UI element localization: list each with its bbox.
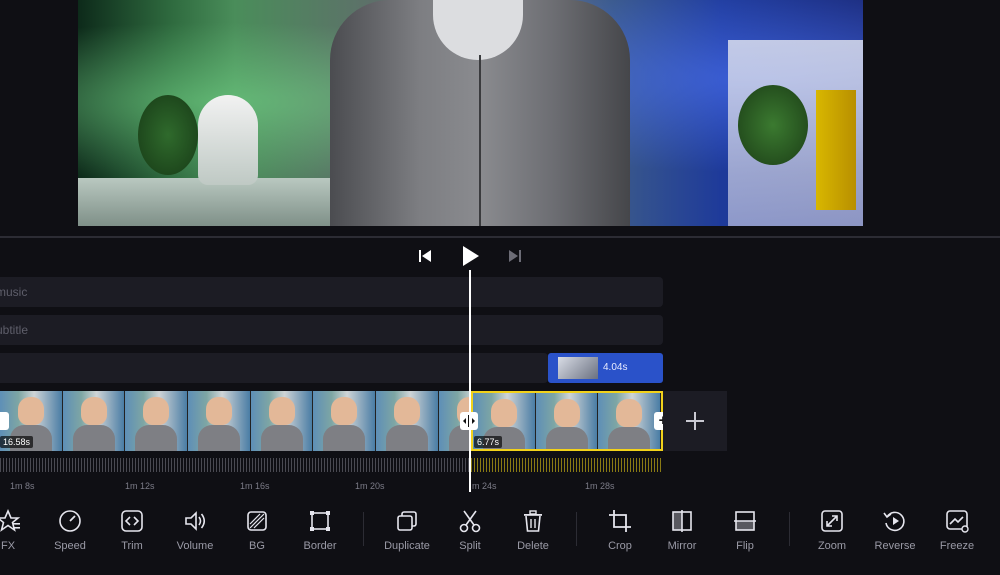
subtitle-track[interactable]: ubtitle [0,315,663,345]
duplicate-icon [397,511,417,531]
music-track-label: music [0,285,28,299]
skip-forward-icon [509,250,521,262]
clip-frame [535,393,599,449]
music-track[interactable]: music [0,277,663,307]
clip-frame [376,391,439,451]
flip-button[interactable]: Flip [715,508,775,552]
preview-zipper [479,55,481,226]
add-clip-area[interactable] [663,391,727,451]
skip-back-button[interactable] [418,246,432,266]
add-clip-icon [686,412,704,430]
border-label: Border [303,540,337,552]
mirror-label: Mirror [667,540,697,552]
freeze-label: Freeze [939,540,975,552]
mirror-icon [672,510,692,532]
star-fx-icon [0,508,21,532]
preview-vr-headset [198,95,258,185]
clip-frame [188,391,251,451]
mirror-button[interactable]: Mirror [652,508,712,552]
duplicate-button[interactable]: Duplicate [377,508,437,552]
skip-forward-button[interactable] [508,246,522,266]
speed-button[interactable]: Speed [40,508,100,552]
fx-label: FX [0,540,16,552]
zoom-button[interactable]: Zoom [802,508,862,552]
ruler-tick: m 24s [472,481,497,491]
freeze-button[interactable]: Freeze [927,508,987,552]
duplicate-label: Duplicate [384,540,430,552]
zoom-icon [821,510,843,532]
ruler-tick: 1m 20s [355,481,385,491]
play-icon [463,246,479,266]
trash-icon [524,510,542,532]
reverse-label: Reverse [874,540,916,552]
crop-label: Crop [608,540,632,552]
delete-button[interactable]: Delete [503,508,563,552]
clip-frame [313,391,377,451]
reverse-button[interactable]: Reverse [865,508,925,552]
toolbar-separator [789,512,790,546]
bg-label: BG [249,540,265,552]
toolbar-separator [576,512,577,546]
trim-button[interactable]: Trim [102,508,162,552]
preview-plant [138,95,198,175]
play-button[interactable] [460,244,480,268]
scissors-icon [459,510,481,533]
flip-label: Flip [736,540,754,552]
zoom-label: Zoom [817,540,847,552]
delete-label: Delete [517,540,549,552]
volume-label: Volume [176,540,214,552]
clip-1-duration: 16.58s [0,436,34,448]
clip-frame [250,391,314,451]
speedometer-icon [59,510,81,532]
crop-icon [609,510,631,532]
clip-2-duration: 6.77s [474,436,503,448]
toolbar-separator [363,512,364,546]
audio-waveform-2 [471,458,663,472]
video-preview[interactable] [78,0,863,226]
ruler-tick: 1m 28s [585,481,615,491]
flip-icon [734,511,756,531]
border-icon [310,511,330,531]
speaker-icon [185,511,206,531]
split-label: Split [459,540,481,552]
clip-frame [125,391,189,451]
ruler-tick: 1m 8s [10,481,35,491]
clip-frame [598,393,661,449]
border-button[interactable]: Border [290,508,350,552]
crop-button[interactable]: Crop [590,508,650,552]
reverse-icon [883,511,905,532]
overlay-clip-thumbnail [558,357,598,379]
freeze-icon [946,510,969,533]
preview-scrubber[interactable] [0,236,1000,238]
fx-button[interactable]: FX [0,508,38,552]
split-button[interactable]: Split [440,508,500,552]
speed-label: Speed [54,540,86,552]
subtitle-track-label: ubtitle [0,323,29,337]
background-icon [247,511,267,531]
clip-frame [62,391,126,451]
ruler-tick: 1m 16s [240,481,270,491]
trim-icon [121,510,143,532]
video-clip-1[interactable] [0,391,469,451]
audio-waveform-1 [0,458,469,472]
volume-button[interactable]: Volume [165,508,225,552]
overlay-track[interactable] [0,353,548,383]
clip-1-trim-handle[interactable] [0,412,9,430]
overlay-clip-duration: 4.04s [603,362,628,373]
bg-button[interactable]: BG [227,508,287,552]
preview-yellow-box [816,90,856,210]
overlay-clip[interactable]: 4.04s [548,353,663,383]
skip-back-icon [419,250,431,262]
trim-label: Trim [121,540,143,552]
ruler-tick: 1m 12s [125,481,155,491]
preview-plant-right [738,85,808,165]
playhead[interactable] [469,270,471,492]
